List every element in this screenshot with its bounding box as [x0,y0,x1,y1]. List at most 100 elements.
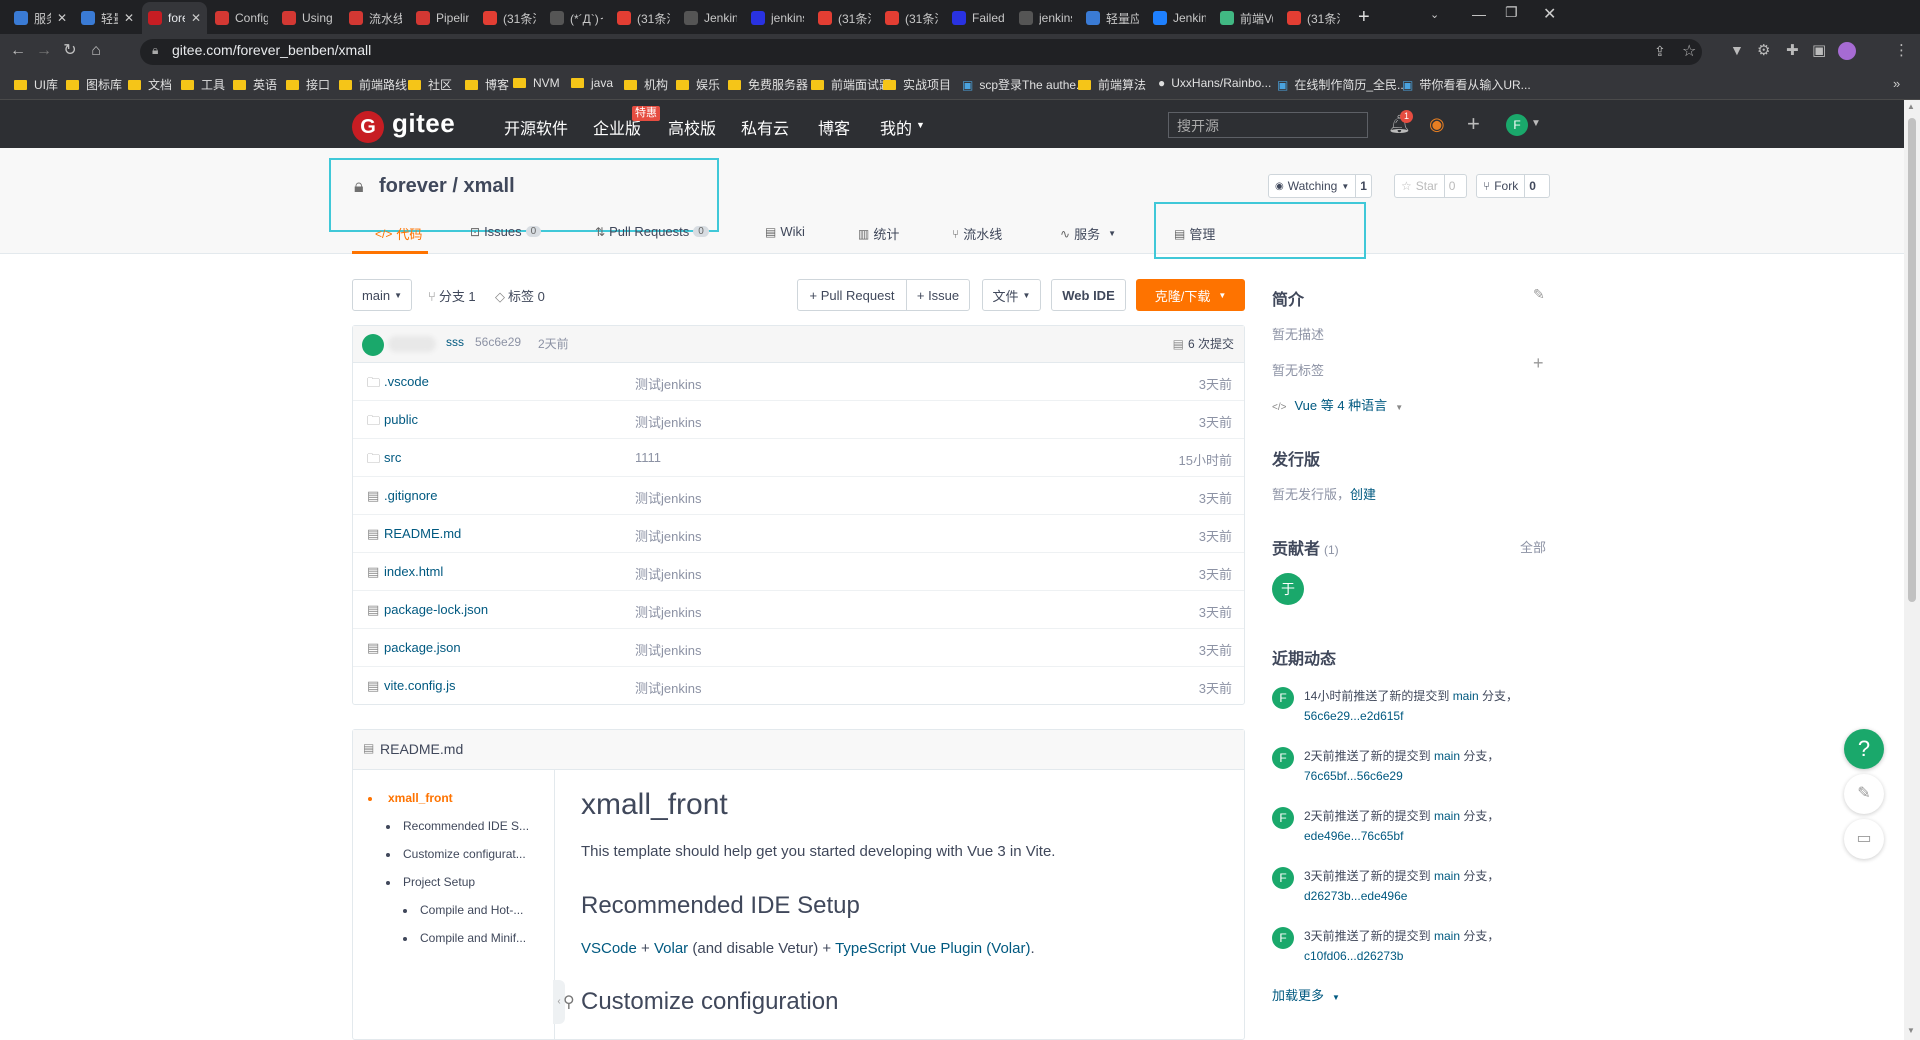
pull-request-button[interactable]: + Pull Request [797,279,907,311]
nav-blog[interactable]: 博客 [818,115,850,139]
bookmarks-overflow-icon[interactable]: » [1893,76,1900,91]
extension-vue-icon[interactable]: ▼ [1730,42,1744,58]
commit-message[interactable]: sss [446,335,464,349]
browser-tab[interactable]: (31条消 [1281,2,1346,34]
tab-code[interactable]: </> 代码 [375,224,422,243]
file-row[interactable]: ▤ package-lock.json 测试jenkins 3天前 [353,591,1244,629]
bookmark-item[interactable]: 接口 [286,76,330,93]
file-name-link[interactable]: package.json [384,640,461,655]
file-row[interactable]: ▤ package.json 测试jenkins 3天前 [353,629,1244,667]
toc-item-xmall-front[interactable]: xmall_front [388,791,453,805]
feedback-edit-icon[interactable]: ✎ [1844,774,1884,814]
contributor-avatar[interactable]: 于 [1272,573,1304,605]
edit-intro-icon[interactable]: ✎ [1533,286,1545,303]
bookmark-item[interactable]: ▣ scp登录The authe... [962,76,1086,93]
load-more-button[interactable]: 加载更多 ▼ [1272,985,1340,1004]
user-avatar[interactable]: F [1506,114,1528,136]
tags-link[interactable]: ◇ 标签 0 [495,286,545,305]
bookmark-item[interactable]: UI库 [14,76,58,93]
file-commit-message[interactable]: 测试jenkins [635,640,701,659]
share-icon[interactable]: ⇪ [1654,43,1666,60]
tab-stats[interactable]: ▥ 统计 [858,224,899,243]
file-row[interactable]: ▤ README.md 测试jenkins 3天前 [353,515,1244,553]
toc-item-compile-minify[interactable]: Compile and Minif... [420,931,526,945]
bookmark-item[interactable]: 社区 [408,76,452,93]
file-commit-message[interactable]: 测试jenkins [635,602,701,621]
browser-tab[interactable]: Config [209,2,274,34]
browser-menu-icon[interactable]: ⋮ [1894,41,1909,59]
browser-tab[interactable]: (31条消 [611,2,676,34]
file-name-link[interactable]: src [384,450,401,465]
activity-commit-range-link[interactable]: c10fd06...d26273b [1304,949,1403,963]
activity-avatar[interactable]: F [1272,927,1294,949]
nav-mine-caret-icon[interactable]: ▼ [916,120,925,130]
browser-tab[interactable]: 轻量应用 [1080,2,1145,34]
branch-select[interactable]: main ▼ [352,279,412,311]
file-name-link[interactable]: .gitignore [384,488,437,503]
volar-link[interactable]: Volar [654,940,688,957]
bookmark-item[interactable]: 英语 [233,76,277,93]
add-tag-icon[interactable]: + [1533,353,1544,374]
toc-item-config[interactable]: Customize configurat... [403,847,526,861]
activity-branch-link[interactable]: main [1434,929,1460,943]
close-tab-icon[interactable]: ✕ [191,11,201,25]
committer-avatar[interactable] [362,334,384,356]
fork-button[interactable]: ⑂ Fork 0 [1476,174,1550,198]
scroll-down-arrow-icon[interactable]: ▼ [1907,1026,1915,1035]
create-plus-icon[interactable]: + [1467,111,1480,137]
avatar-caret-icon[interactable]: ▼ [1531,118,1541,129]
browser-tab[interactable]: Jenkins [1147,2,1212,34]
bookmark-item[interactable]: ▣ 带你看看从输入UR... [1402,76,1531,93]
watch-button[interactable]: ◉ Watching ▼ 1 [1268,174,1372,198]
bookmark-item[interactable]: 实战项目 [883,76,951,93]
scrollbar-thumb[interactable] [1908,118,1916,602]
bookmark-item[interactable]: 前端路线 [339,76,407,93]
activity-commit-range-link[interactable]: 76c65bf...56c6e29 [1304,769,1403,783]
bookmark-item[interactable]: ▣ 在线制作简历_全民... [1277,76,1407,93]
extensions-puzzle-icon[interactable]: ✚ [1786,41,1799,59]
file-name-link[interactable]: package-lock.json [384,602,488,617]
new-tab-button[interactable]: + [1358,6,1370,29]
bookmark-item[interactable]: 前端面试题 [811,76,891,93]
activity-commit-range-link[interactable]: 56c6e29...e2d615f [1304,709,1403,723]
browser-tab[interactable]: 前端Vu [1214,2,1279,34]
bookmark-item[interactable]: NVM [513,76,560,90]
minimize-icon[interactable]: — [1472,6,1486,22]
bookmark-item[interactable]: 文档 [128,76,172,93]
bookmark-star-icon[interactable]: ☆ [1682,41,1696,61]
branches-link[interactable]: ⑂ 分支 1 [428,286,476,305]
star-button[interactable]: ☆ Star 0 [1394,174,1467,198]
close-tab-icon[interactable]: ✕ [57,11,67,25]
tab-search-icon[interactable]: ⌄ [1430,8,1439,21]
close-window-icon[interactable]: ✕ [1543,4,1556,24]
file-commit-message[interactable]: 测试jenkins [635,488,701,507]
commits-count-link[interactable]: ▤ 6 次提交 [1173,335,1234,352]
bookmark-item[interactable]: java [571,76,613,90]
file-row[interactable]: 🗀︎ .vscode 测试jenkins 3天前 [353,363,1244,401]
address-bar[interactable] [140,39,1702,65]
file-dropdown[interactable]: 文件 ▼ [982,279,1041,311]
gitee-logo-text[interactable]: gitee [392,108,455,139]
browser-tab[interactable]: Pipelin [410,2,475,34]
file-commit-message[interactable]: 测试jenkins [635,678,701,697]
browser-tab[interactable]: Using [276,2,341,34]
browser-tab[interactable]: jenkins [1013,2,1078,34]
bookmark-item[interactable]: 博客 [465,76,509,93]
bookmark-item[interactable]: 机构 [624,76,668,93]
file-row[interactable]: ▤ vite.config.js 测试jenkins 3天前 [353,667,1244,705]
browser-tab[interactable]: (31条消 [477,2,542,34]
chat-icon[interactable]: ▭ [1844,819,1884,859]
browser-tab[interactable]: fore ✕ [142,2,207,34]
activity-avatar[interactable]: F [1272,807,1294,829]
activity-avatar[interactable]: F [1272,747,1294,769]
location-pin-icon[interactable]: ◉ [1429,114,1445,135]
language-summary[interactable]: </> Vue 等 4 种语言 ▼ [1272,395,1403,414]
file-name-link[interactable]: vite.config.js [384,678,456,693]
browser-tab[interactable]: Failed t [946,2,1011,34]
activity-avatar[interactable]: F [1272,687,1294,709]
maximize-icon[interactable]: ❐ [1505,4,1518,21]
file-name-link[interactable]: public [384,412,418,427]
back-icon[interactable]: ← [8,41,28,61]
browser-tab[interactable]: Jenkins [678,2,743,34]
bookmark-item[interactable]: ● UxxHans/Rainbo... [1158,76,1271,90]
